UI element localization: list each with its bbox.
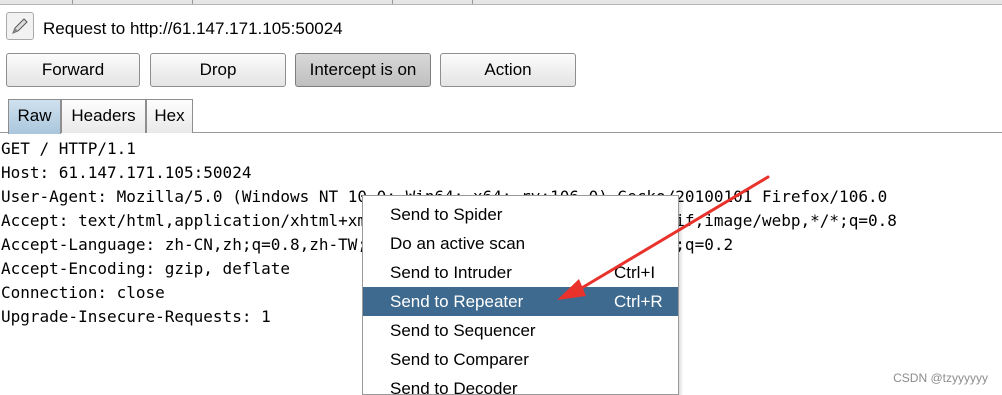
menu-item-send-to-decoder[interactable]: Send to Decoder xyxy=(363,374,678,395)
menu-item-label: Send to Decoder xyxy=(390,379,518,395)
drop-button[interactable]: Drop xyxy=(150,53,286,87)
menu-item-label: Do an active scan xyxy=(390,234,526,253)
watermark: CSDN @tzyyyyyy xyxy=(893,371,988,385)
message-view-tabs: Raw Headers Hex xyxy=(0,99,1002,134)
menu-item-shortcut: Ctrl+I xyxy=(614,263,656,282)
request-title: Request to http://61.147.171.105:50024 xyxy=(43,19,343,38)
window-tab[interactable] xyxy=(72,0,193,4)
request-line[interactable]: Connection: close xyxy=(1,281,165,305)
tab-hex[interactable]: Hex xyxy=(146,99,193,133)
tab-raw[interactable]: Raw xyxy=(8,99,61,134)
intercept-toggle-button[interactable]: Intercept is on xyxy=(295,53,431,87)
forward-button[interactable]: Forward xyxy=(6,53,140,87)
menu-item-send-to-sequencer[interactable]: Send to Sequencer xyxy=(363,316,678,345)
menu-item-send-to-comparer[interactable]: Send to Comparer xyxy=(363,345,678,374)
menu-item-label: Send to Repeater xyxy=(390,292,524,311)
menu-item-label: Send to Intruder xyxy=(390,263,512,282)
window-tab[interactable] xyxy=(0,0,73,4)
edit-pencil-icon[interactable] xyxy=(6,12,34,40)
action-button[interactable]: Action xyxy=(440,53,576,87)
menu-item-label: Send to Sequencer xyxy=(390,321,536,340)
menu-item-send-to-intruder[interactable]: Send to Intruder Ctrl+I xyxy=(363,258,678,287)
window-tab[interactable] xyxy=(392,0,473,4)
request-line[interactable]: Upgrade-Insecure-Requests: 1 xyxy=(1,305,271,329)
menu-item-send-to-spider[interactable]: Send to Spider xyxy=(363,200,678,229)
menu-item-active-scan[interactable]: Do an active scan xyxy=(363,229,678,258)
menu-item-send-to-repeater[interactable]: Send to Repeater Ctrl+R xyxy=(363,287,678,316)
request-line[interactable]: Accept-Encoding: gzip, deflate xyxy=(1,257,290,281)
menu-item-shortcut: Ctrl+R xyxy=(614,292,663,311)
menu-item-label: Send to Comparer xyxy=(390,350,529,369)
request-line[interactable]: GET / HTTP/1.1 xyxy=(1,137,136,161)
menu-item-label: Send to Spider xyxy=(390,205,503,224)
tab-headers[interactable]: Headers xyxy=(61,99,146,133)
context-menu: Send to Spider Do an active scan Send to… xyxy=(362,195,679,395)
request-line[interactable]: Host: 61.147.171.105:50024 xyxy=(1,161,251,185)
window-tab[interactable] xyxy=(192,0,393,4)
